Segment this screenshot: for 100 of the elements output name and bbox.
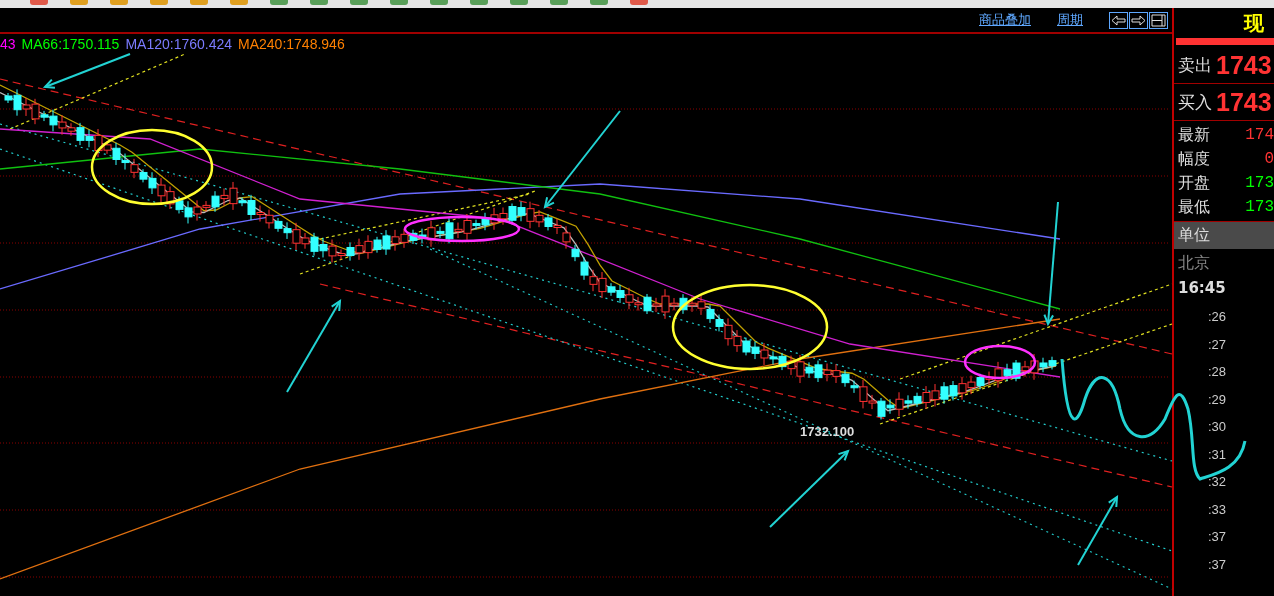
candlestick [571, 244, 580, 262]
toolbar-icon[interactable] [310, 0, 328, 5]
toolbar-icon[interactable] [190, 0, 208, 5]
tick-time: :37 [1208, 555, 1228, 574]
toolbar-icon[interactable] [630, 0, 648, 5]
quote-label: 买入 [1178, 90, 1212, 114]
unit-label: 单位 [1178, 225, 1210, 246]
toolbar-icon[interactable] [550, 0, 568, 5]
tick-time: :37 [1208, 528, 1228, 547]
stat-label: 最新 [1178, 124, 1210, 146]
candlestick [706, 304, 715, 324]
candlestick [841, 369, 850, 388]
candlestick [184, 200, 193, 224]
candlestick [1012, 359, 1021, 382]
tick-time: :32 [1208, 473, 1228, 492]
candlestick [697, 294, 706, 316]
candlestick [1048, 356, 1057, 370]
toolbar-icon[interactable] [590, 0, 608, 5]
toolbar-icon[interactable] [30, 0, 48, 5]
candlestick [733, 329, 742, 353]
toolbar-icon[interactable] [350, 0, 368, 5]
quote-value: 1743 [1216, 50, 1272, 80]
candlestick [499, 207, 508, 226]
candlestick [940, 381, 949, 405]
candlestick [949, 380, 958, 401]
candlestick [967, 375, 976, 395]
right-arrow-icon [1131, 14, 1146, 26]
candlestick [931, 383, 940, 407]
stat-value: 174 [1245, 126, 1274, 144]
stat-value: 173 [1245, 174, 1274, 192]
candlestick [310, 232, 319, 257]
scroll-right-button[interactable] [1129, 11, 1148, 29]
stat-value: 173 [1245, 198, 1274, 216]
location-text: 北京 [1177, 252, 1211, 274]
candlestick [832, 363, 841, 384]
legend-text: MA240:1748.946 [238, 36, 345, 52]
toolbar-icon[interactable] [510, 0, 528, 5]
header-link[interactable]: 周期 [1057, 11, 1083, 29]
panel-title: 现 [1242, 9, 1265, 37]
candlestick [157, 177, 166, 204]
quote-value: 1743 [1216, 87, 1272, 117]
candlestick [400, 228, 409, 249]
candlestick [787, 355, 796, 376]
tick-time: :28 [1208, 363, 1228, 382]
candlestick [742, 337, 751, 356]
candlestick [391, 229, 400, 252]
legend-text: MA66:1750.115 [21, 36, 120, 52]
panel-icon [1151, 13, 1166, 27]
toolbar-icon[interactable] [270, 0, 288, 5]
tick-time: :30 [1208, 418, 1228, 437]
candlestick [130, 158, 139, 179]
legend-text: MA120:1760.424 [125, 36, 233, 52]
toolbar-icon[interactable] [390, 0, 408, 5]
left-arrow-icon [1111, 14, 1126, 26]
legend-text: 43 [0, 36, 16, 52]
candlestick [508, 203, 517, 224]
toolbar-icon[interactable] [430, 0, 448, 5]
candlestick [589, 269, 598, 292]
tick-time: :29 [1208, 390, 1228, 409]
candlestick [319, 237, 328, 258]
quote-label: 卖出 [1178, 53, 1212, 77]
candlestick [688, 296, 697, 313]
header-link[interactable]: 商品叠加 [979, 11, 1031, 29]
toolbar-icon[interactable] [110, 0, 128, 5]
time-text: 16:45 [1177, 278, 1227, 299]
candlestick [814, 360, 823, 383]
candlestick [778, 352, 787, 371]
arrow-mark [1077, 495, 1119, 566]
tick-time: :26 [1208, 308, 1228, 327]
candlestick [823, 363, 832, 382]
candlestick [643, 293, 652, 315]
toolbar-icon[interactable] [70, 0, 88, 5]
toolbar-icon[interactable] [230, 0, 248, 5]
stat-value: 0 [1264, 150, 1274, 168]
candlestick [274, 217, 283, 233]
candlestick [580, 256, 589, 281]
toolbar-icon[interactable] [470, 0, 488, 5]
scroll-left-button[interactable] [1109, 11, 1128, 29]
stat-label: 开盘 [1178, 172, 1210, 194]
tick-time: :27 [1208, 335, 1228, 354]
toolbar-icon[interactable] [150, 0, 168, 5]
candlestick [175, 196, 184, 214]
price-label: 1732.100 [800, 424, 855, 439]
candlestick [490, 207, 499, 231]
candlestick [265, 209, 274, 230]
candlestick [121, 153, 130, 171]
candlestick [751, 340, 760, 360]
candlestick [166, 186, 175, 210]
candlestick [355, 238, 364, 261]
candlestick [409, 229, 418, 245]
stat-label: 幅度 [1178, 148, 1210, 170]
tick-time: :33 [1208, 500, 1228, 519]
candlestick [976, 373, 985, 390]
stat-label: 最低 [1178, 196, 1210, 218]
candlestick [958, 376, 967, 401]
candlestick [616, 284, 625, 304]
tick-time: :31 [1208, 445, 1228, 464]
candlestick [544, 213, 553, 231]
candlestick [517, 201, 526, 222]
panel-toggle-button[interactable] [1149, 11, 1168, 29]
